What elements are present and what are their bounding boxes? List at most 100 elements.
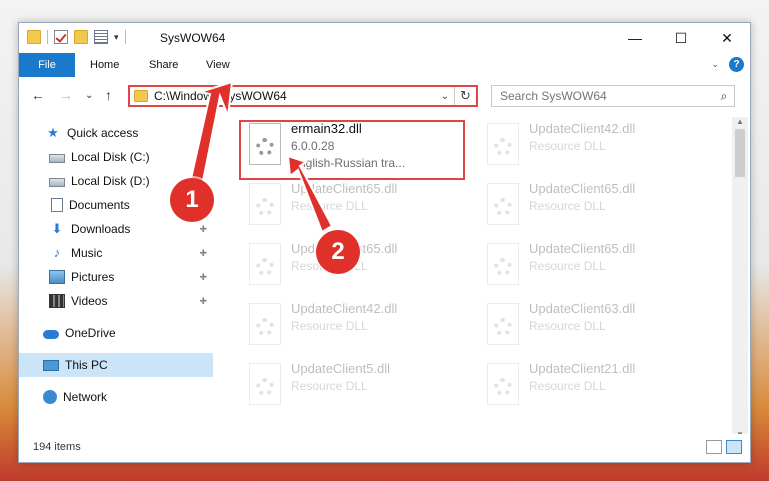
computer-icon (43, 359, 59, 371)
disk-icon (49, 178, 65, 187)
address-path[interactable]: C:\Windows\SysWOW64 (154, 89, 436, 103)
recent-locations-icon[interactable]: ⌄ (85, 90, 93, 101)
file-description: Resource DLL (291, 319, 368, 333)
dll-file-icon (487, 123, 519, 165)
file-item[interactable]: UpdateClient42.dll Resource DLL (479, 117, 709, 175)
file-item[interactable]: UpdateClient65.dll Resource DLL (479, 237, 709, 295)
dll-file-icon (487, 243, 519, 285)
file-item[interactable]: UpdateClient63.dll Resource DLL (479, 297, 709, 355)
file-item[interactable]: UpdateClient42.dll Resource DLL (241, 297, 471, 355)
sidebar-item-label: Music (71, 246, 103, 260)
back-arrow-icon[interactable]: ← (31, 87, 45, 103)
pictures-icon (49, 270, 65, 284)
scroll-up-icon[interactable]: ▲ (732, 117, 748, 126)
window-controls: — ☐ ✕ (612, 23, 750, 53)
address-bar[interactable]: C:\Windows\SysWOW64 ⌄ ↻ (128, 85, 478, 107)
file-name: UpdateClient65.dll (529, 181, 636, 196)
step-2-badge: 2 (316, 230, 360, 274)
sidebar-item-onedrive[interactable]: OneDrive (19, 321, 213, 345)
details-view-icon[interactable] (706, 440, 722, 454)
file-item[interactable]: UpdateClient65.dll Resource DLL (241, 177, 471, 235)
sidebar-item-label: Local Disk (D:) (71, 174, 150, 188)
vertical-scrollbar[interactable]: ▲ ▼ (732, 117, 748, 439)
videos-icon (49, 294, 65, 308)
folder-icon[interactable] (27, 30, 41, 44)
dll-file-icon (249, 183, 281, 225)
pin-icon[interactable]: ✚ (199, 248, 207, 259)
sidebar-item-label: Quick access (67, 126, 139, 140)
tab-share[interactable]: Share (149, 53, 178, 77)
forward-arrow-icon[interactable]: → (59, 87, 73, 103)
navigation-bar: ← → ⌄ ↑ C:\Windows\SysWOW64 ⌄ ↻ ⌕ (19, 79, 750, 111)
pin-icon[interactable]: ✚ (199, 296, 207, 307)
dll-file-icon (487, 363, 519, 405)
new-folder-icon[interactable] (74, 30, 88, 44)
customize-toolbar-dropdown-icon[interactable]: ▾ (114, 32, 119, 43)
star-icon: ★ (47, 125, 59, 140)
tab-file[interactable]: File (19, 53, 75, 77)
sidebar-item-this-pc[interactable]: This PC (19, 353, 213, 377)
sidebar-item-music[interactable]: ♪ Music ✚ (19, 241, 213, 265)
large-icons-view-icon[interactable] (726, 440, 742, 454)
navigation-pane: ★ Quick access Local Disk (C:) Local Dis… (19, 117, 215, 437)
refresh-icon[interactable]: ↻ (454, 87, 476, 105)
up-arrow-icon[interactable]: ↑ (105, 87, 112, 103)
search-input[interactable] (492, 89, 714, 103)
file-description: Resource DLL (529, 199, 606, 213)
search-icon[interactable]: ⌕ (714, 89, 734, 104)
sidebar-item-label: This PC (65, 358, 108, 372)
dll-file-icon (487, 183, 519, 225)
expand-ribbon-icon[interactable]: ⌄ (711, 59, 719, 70)
network-icon (43, 390, 57, 404)
sidebar-item-network[interactable]: Network (19, 385, 213, 409)
cloud-icon (43, 330, 59, 339)
file-name: UpdateClient42.dll (529, 121, 636, 136)
address-dropdown-icon[interactable]: ⌄ (436, 91, 454, 102)
gear-icon (256, 378, 274, 396)
pin-icon[interactable]: ✚ (199, 272, 207, 283)
dll-file-icon (487, 303, 519, 345)
file-name: UpdateClient65.dll (291, 181, 398, 196)
music-icon: ♪ (53, 245, 61, 260)
scrollbar-thumb[interactable] (735, 129, 745, 177)
properties-icon[interactable] (94, 30, 108, 44)
sidebar-item-label: Documents (69, 198, 130, 212)
file-name: UpdateClient63.dll (529, 301, 636, 316)
sidebar-item-quick-access[interactable]: ★ Quick access (19, 121, 213, 145)
window-title: SysWOW64 (160, 31, 226, 45)
document-icon (51, 198, 63, 212)
minimize-button[interactable]: — (612, 23, 658, 53)
tab-home[interactable]: Home (90, 53, 119, 77)
sidebar-item-label: Downloads (71, 222, 131, 236)
sidebar-item-label: Videos (71, 294, 108, 308)
sidebar-item-local-disk-c[interactable]: Local Disk (C:) (19, 145, 213, 169)
sidebar-item-pictures[interactable]: Pictures ✚ (19, 265, 213, 289)
gear-icon (256, 258, 274, 276)
file-name: UpdateClient65.dll (529, 241, 636, 256)
dll-file-icon (249, 243, 281, 285)
item-count: 194 items (33, 441, 81, 453)
sidebar-item-label: OneDrive (65, 326, 116, 340)
file-item[interactable]: UpdateClient65.dll Resource DLL (479, 177, 709, 235)
gear-icon (494, 258, 512, 276)
maximize-button[interactable]: ☐ (658, 23, 704, 53)
file-item[interactable]: UpdateClient5.dll Resource DLL (241, 357, 471, 415)
download-icon: ⬇ (51, 221, 63, 236)
pin-icon[interactable]: ✚ (199, 224, 207, 235)
gear-icon (494, 198, 512, 216)
dll-file-icon (249, 303, 281, 345)
sidebar-item-label: Local Disk (C:) (71, 150, 150, 164)
file-name: UpdateClient5.dll (291, 361, 391, 376)
tab-view[interactable]: View (206, 53, 230, 77)
search-box[interactable]: ⌕ (491, 85, 735, 107)
gear-icon (494, 318, 512, 336)
properties-check-icon[interactable] (54, 30, 68, 44)
file-item[interactable]: UpdateClient21.dll Resource DLL (479, 357, 709, 415)
help-icon[interactable]: ? (729, 57, 744, 72)
sidebar-item-videos[interactable]: Videos ✚ (19, 289, 213, 313)
close-button[interactable]: ✕ (704, 23, 750, 53)
folder-icon (134, 90, 148, 102)
file-description: Resource DLL (529, 379, 606, 393)
sidebar-item-label: Network (63, 390, 108, 404)
quick-access-toolbar: ▾ (27, 30, 126, 44)
